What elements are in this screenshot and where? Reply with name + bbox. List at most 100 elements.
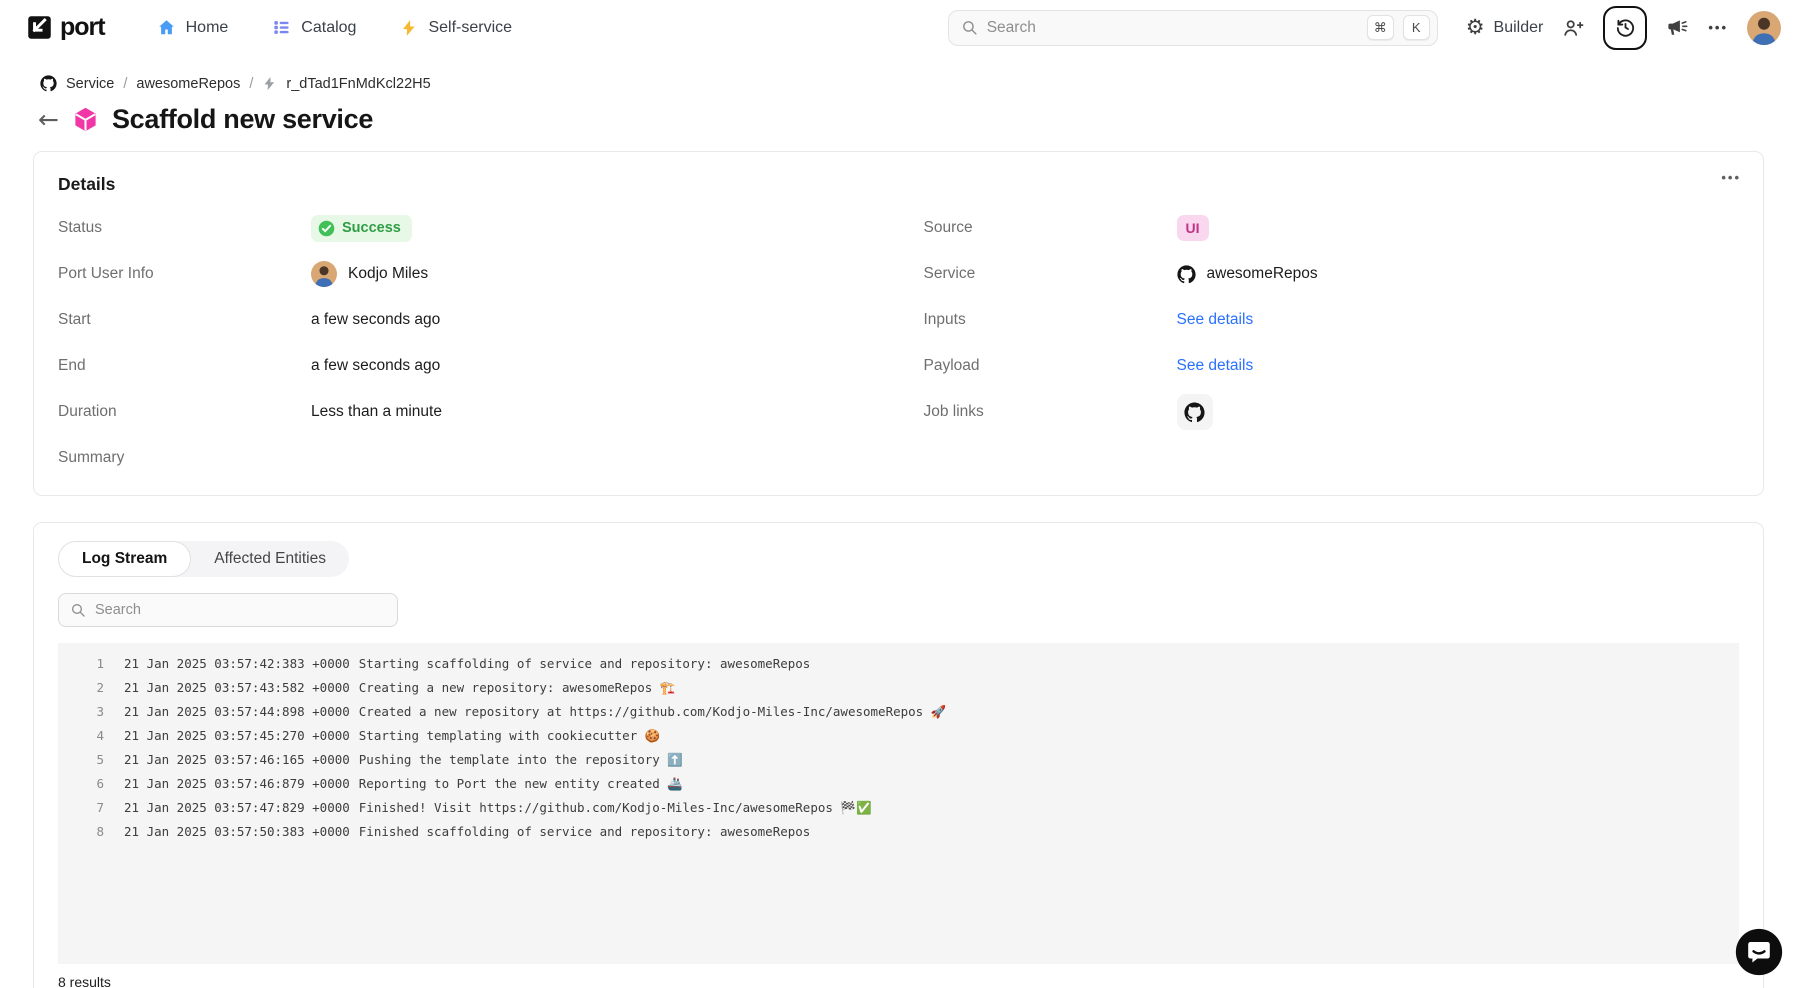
nav-item-label: Catalog [301, 19, 356, 37]
log-timestamp: 21 Jan 2025 03:57:45:270 +0000 [124, 724, 350, 748]
catalog-icon [272, 18, 291, 37]
k-key-badge: K [1403, 15, 1430, 40]
log-card: Log Stream Affected Entities 1 21 Jan 20… [33, 522, 1764, 988]
detail-label: Start [58, 311, 311, 329]
megaphone-icon [1666, 16, 1689, 39]
invite-user-button[interactable] [1562, 17, 1584, 39]
nav-item-self-service[interactable]: Self-service [400, 19, 512, 37]
detail-row: Service awesomeRepos [924, 251, 1740, 297]
detail-row: Port User Info Kodjo Miles [58, 251, 874, 297]
page-title-row: ← Scaffold new service [0, 92, 1797, 135]
detail-value: awesomeRepos [1177, 265, 1318, 284]
user-avatar[interactable] [1747, 11, 1781, 45]
detail-value: a few seconds ago [311, 311, 440, 329]
details-card: Details ••• Status Success [33, 151, 1764, 496]
person-plus-icon [1562, 17, 1584, 39]
global-search-input[interactable] [987, 19, 1358, 37]
log-timestamp: 21 Jan 2025 03:57:47:829 +0000 [124, 796, 350, 820]
log-search-input[interactable] [95, 602, 386, 618]
announcements-button[interactable] [1666, 16, 1689, 39]
tab-affected-entities[interactable]: Affected Entities [191, 541, 349, 577]
detail-row: Inputs See details [924, 297, 1740, 343]
nav-item-catalog[interactable]: Catalog [272, 18, 356, 37]
nav-item-label: Home [186, 19, 229, 37]
service-value[interactable]: awesomeRepos [1177, 265, 1318, 284]
detail-text: a few seconds ago [311, 311, 440, 329]
detail-value: a few seconds ago [311, 357, 440, 375]
gear-icon: ⚙ [1466, 17, 1485, 38]
log-message: Starting templating with cookiecutter 🍪 [359, 724, 661, 748]
log-line: 3 21 Jan 2025 03:57:44:898 +0000 Created… [68, 700, 1729, 724]
log-line-number: 1 [68, 652, 104, 676]
log-line: 4 21 Jan 2025 03:57:45:270 +0000 Startin… [68, 724, 1729, 748]
detail-value: See details [1177, 357, 1254, 375]
builder-button[interactable]: ⚙ Builder [1466, 17, 1544, 38]
runs-history-button[interactable] [1603, 6, 1647, 50]
global-search[interactable]: ⌘ K [948, 10, 1438, 46]
log-message: Created a new repository at https://gith… [359, 700, 947, 724]
see-details-link[interactable]: See details [1177, 311, 1254, 329]
detail-label: End [58, 357, 311, 375]
detail-label: Duration [58, 403, 311, 421]
job-link-github-button[interactable] [1177, 394, 1213, 430]
nav-item-label: Self-service [428, 19, 512, 37]
breadcrumb-run-id[interactable]: r_dTad1FnMdKcl22H5 [286, 76, 430, 92]
log-message: Creating a new repository: awesomeRepos … [359, 676, 676, 700]
github-icon [1177, 265, 1196, 284]
service-name: awesomeRepos [1207, 265, 1318, 283]
log-timestamp: 21 Jan 2025 03:57:46:165 +0000 [124, 748, 350, 772]
log-line: 8 21 Jan 2025 03:57:50:383 +0000 Finishe… [68, 820, 1729, 844]
log-line-number: 7 [68, 796, 104, 820]
port-logo[interactable]: port [26, 13, 105, 42]
log-message: Starting scaffolding of service and repo… [359, 652, 811, 676]
detail-row: Duration Less than a minute [58, 389, 874, 435]
chat-bubble-icon [1735, 928, 1783, 976]
log-line: 5 21 Jan 2025 03:57:46:165 +0000 Pushing… [68, 748, 1729, 772]
avatar-image [1747, 11, 1781, 45]
breadcrumb-service[interactable]: Service [66, 76, 114, 92]
run-lightning-icon [262, 76, 277, 91]
ellipsis-icon: ••• [1708, 20, 1728, 35]
page-title: Scaffold new service [112, 104, 373, 135]
detail-label: Job links [924, 403, 1177, 421]
detail-row: Start a few seconds ago [58, 297, 874, 343]
tab-log-stream[interactable]: Log Stream [58, 541, 191, 577]
search-icon [961, 19, 978, 36]
detail-row: End a few seconds ago [58, 343, 874, 389]
nav-item-home[interactable]: Home [157, 18, 229, 37]
log-search[interactable] [58, 593, 398, 627]
github-icon [40, 75, 57, 92]
detail-label: Source [924, 219, 1177, 237]
details-menu-button[interactable]: ••• [1721, 170, 1741, 185]
port-logo-text: port [60, 13, 105, 42]
detail-text: Less than a minute [311, 403, 442, 421]
detail-row: Job links [924, 389, 1740, 435]
see-details-link[interactable]: See details [1177, 357, 1254, 375]
details-right-column: Source UI Service [924, 205, 1740, 481]
chat-launcher-button[interactable] [1735, 928, 1783, 976]
more-options-button[interactable]: ••• [1708, 20, 1728, 35]
status-text: Success [342, 220, 401, 236]
log-timestamp: 21 Jan 2025 03:57:44:898 +0000 [124, 700, 350, 724]
log-line: 7 21 Jan 2025 03:57:47:829 +0000 Finishe… [68, 796, 1729, 820]
log-message: Reporting to Port the new entity created… [359, 772, 683, 796]
log-line-number: 4 [68, 724, 104, 748]
log-stream-view[interactable]: 1 21 Jan 2025 03:57:42:383 +0000 Startin… [58, 643, 1739, 964]
top-right-actions: ⚙ Builder ••• [1466, 6, 1781, 50]
back-button[interactable]: ← [38, 107, 59, 132]
detail-label: Summary [58, 449, 311, 467]
detail-label: Status [58, 219, 311, 237]
detail-label: Port User Info [58, 265, 311, 283]
detail-value: Success [311, 215, 412, 242]
detail-value [1177, 394, 1213, 430]
cmd-key-badge: ⌘ [1367, 15, 1394, 40]
log-timestamp: 21 Jan 2025 03:57:50:383 +0000 [124, 820, 350, 844]
breadcrumb-separator: / [249, 76, 253, 92]
detail-value: See details [1177, 311, 1254, 329]
details-grid: Status Success [58, 205, 1739, 481]
detail-value: UI [1177, 215, 1209, 241]
detail-row: Source UI [924, 205, 1740, 251]
breadcrumb-awesomerepos[interactable]: awesomeRepos [136, 76, 240, 92]
detail-row: Status Success [58, 205, 874, 251]
log-timestamp: 21 Jan 2025 03:57:42:383 +0000 [124, 652, 350, 676]
